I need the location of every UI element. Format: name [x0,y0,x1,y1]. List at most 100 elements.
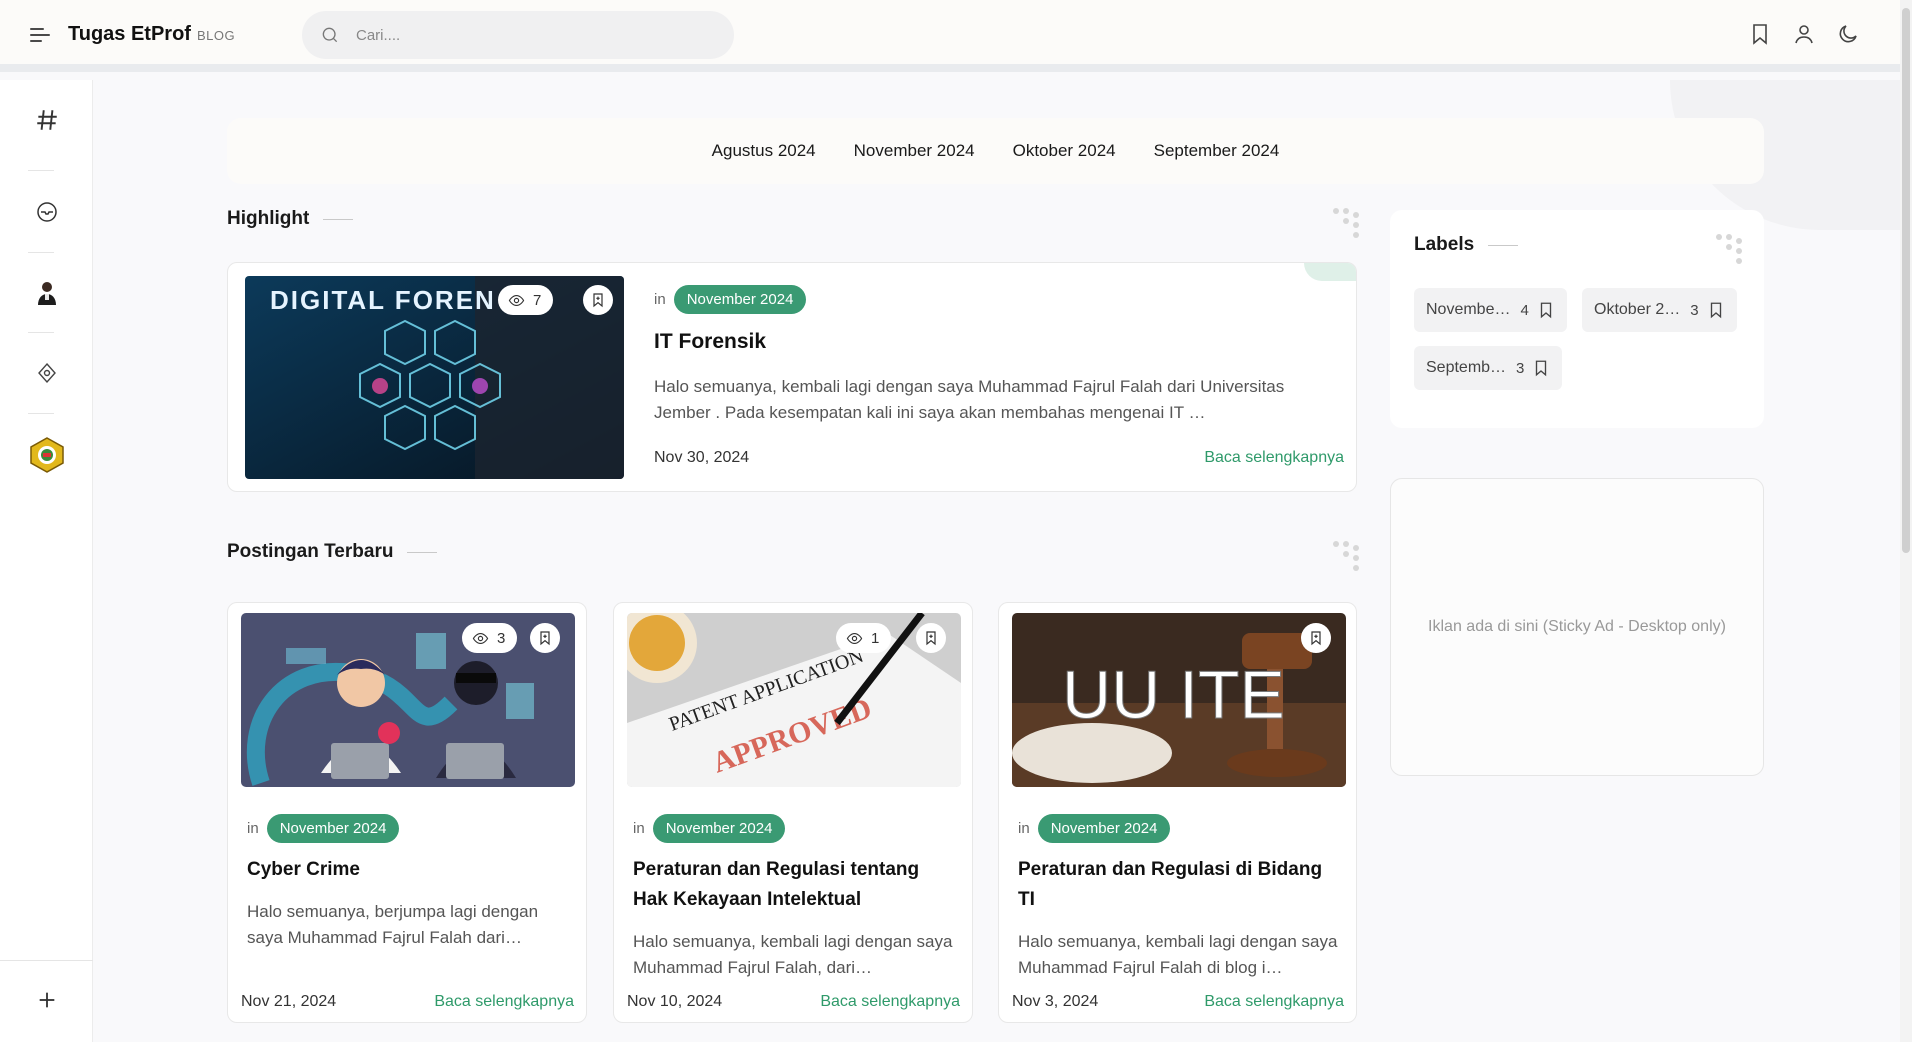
label-name: Oktober 2… [1594,301,1681,318]
post-title[interactable]: IT Forensik [654,327,766,357]
bookmark-button[interactable] [1301,623,1331,653]
recent-heading: Postingan Terbaru [227,541,394,562]
in-label: in [1018,820,1030,837]
label-chip[interactable]: Oktober 2… 3 [1582,288,1737,332]
label-count: 3 [1516,359,1525,377]
post-title[interactable]: Cyber Crime [247,855,572,885]
labels-heading: Labels [1414,234,1475,255]
eye-icon [846,632,863,644]
post-date: Nov 21, 2024 [241,993,337,1010]
network-icon [37,362,56,384]
sidebar-item-profile[interactable] [0,253,93,333]
menu-icon[interactable] [30,25,52,45]
post-card[interactable]: PATENT APPLICATION APPROVED 1 in November… [613,602,973,1023]
label-count: 4 [1520,301,1529,319]
bookmark-button[interactable] [583,285,613,315]
post-date: Nov 30, 2024 [654,449,750,466]
search-placeholder: Cari.... [356,26,401,44]
grid-dots-icon [1333,541,1359,571]
label-badge[interactable]: November 2024 [652,814,786,843]
bookmark-icon [1540,302,1552,319]
in-label: in [247,820,259,837]
in-label: in [654,291,666,308]
label-badge[interactable]: November 2024 [1037,814,1171,843]
scrollbar-thumb[interactable] [1902,8,1910,553]
grid-dots-icon [1716,234,1742,264]
university-logo-icon [29,437,64,473]
bookmark-button[interactable] [530,623,560,653]
inbox-icon [36,202,57,222]
post-date: Nov 3, 2024 [1012,993,1099,1010]
left-sidebar [0,80,93,1042]
bookmark-button[interactable] [916,623,946,653]
post-thumbnail[interactable]: DIGITAL FOREN [245,276,624,479]
post-excerpt: Halo semuanya, kembali lagi dengan saya … [654,377,1285,422]
month-link[interactable]: November 2024 [854,141,975,161]
label-badge[interactable]: November 2024 [266,814,400,843]
label-count: 3 [1690,301,1699,319]
read-more-link[interactable]: Baca selengkapnya [434,993,574,1011]
label-chip[interactable]: Septemb… 3 [1414,346,1563,390]
views-badge: 3 [462,623,518,653]
recent-section-title: Postingan Terbaru [227,541,438,563]
post-title[interactable]: Peraturan dan Regulasi di Bidang TI [1018,855,1343,915]
read-more-link[interactable]: Baca selengkapnya [1204,993,1344,1011]
post-thumbnail[interactable]: UU ITE [1012,613,1346,787]
month-link[interactable]: Oktober 2024 [1013,141,1116,161]
post-date: Nov 10, 2024 [627,993,723,1010]
views-badge: 7 [498,285,554,315]
sidebar-item-inbox[interactable] [0,172,93,252]
eye-icon [508,294,525,306]
plus-icon [39,992,54,1008]
sidebar-item-hashtag[interactable] [0,80,93,160]
page-scrollbar[interactable] [1900,0,1912,1042]
read-more-link[interactable]: Baca selengkapnya [820,993,960,1011]
post-excerpt: Halo semuanya, kembali lagi dengan saya … [1018,932,1338,977]
eye-icon [472,632,489,644]
post-card[interactable]: 3 in November 2024 Cyber Crime Halo semua… [227,602,587,1023]
site-title[interactable]: Tugas EtProf [68,23,191,45]
thumbnail-caption: UU ITE [1062,657,1285,733]
views-count: 7 [533,291,542,309]
site-subtitle: BLOG [196,28,236,43]
bookmark-add-icon [540,631,550,646]
post-card[interactable]: UU ITE in November 2024 Peraturan dan Reg… [998,602,1357,1023]
month-navigation: Agustus 2024 November 2024 Oktober 2024 … [227,118,1764,184]
bookmark-icon [1710,302,1721,319]
in-label: in [633,820,645,837]
views-count: 3 [497,629,506,647]
bookmark-icon [1536,360,1547,377]
ad-text: Iklan ada di sini (Sticky Ad - Desktop o… [1428,618,1726,635]
highlight-post-card[interactable]: DIGITAL FOREN 7 in November 2024 IT Foren… [227,262,1357,492]
label-name: Septemb… [1426,359,1507,376]
label-chip[interactable]: Novembe… 4 [1414,288,1567,332]
label-badge[interactable]: November 2024 [673,285,807,314]
search-input[interactable]: Cari.... [302,11,734,59]
post-excerpt: Halo semuanya, berjumpa lagi dengan saya… [247,902,539,947]
read-more-link[interactable]: Baca selengkapnya [1204,449,1344,467]
month-link[interactable]: September 2024 [1154,141,1280,161]
post-title[interactable]: Peraturan dan Regulasi tentang Hak Kekay… [633,855,958,915]
bookmark-add-icon [1311,631,1321,646]
sidebar-item-university[interactable] [0,415,93,495]
post-thumbnail[interactable] [241,613,575,787]
moon-icon[interactable] [1836,22,1860,46]
sidebar-item-network[interactable] [0,333,93,413]
top-header: Tugas EtProf BLOG Cari.... [0,0,1900,72]
post-excerpt: Halo semuanya, kembali lagi dengan saya … [633,932,953,977]
label-name: Novembe… [1426,301,1511,318]
labels-widget: Labels Novembe… 4 Oktober 2… 3 Septemb… … [1390,210,1764,428]
highlight-section-title: Highlight [227,208,354,230]
bookmark-icon[interactable] [1748,22,1772,46]
month-link[interactable]: Agustus 2024 [712,141,816,161]
thumbnail-caption: DIGITAL FOREN [270,285,496,315]
bookmark-add-icon [593,293,603,308]
search-icon [322,27,338,43]
labels-title: Labels [1414,234,1519,256]
hashtag-icon [36,110,57,130]
post-thumbnail[interactable]: PATENT APPLICATION APPROVED [627,613,961,787]
site-brand[interactable]: Tugas EtProf BLOG [68,23,235,46]
sidebar-add-button[interactable] [0,960,93,1040]
bookmark-add-icon [926,631,936,646]
user-icon[interactable] [1792,22,1816,46]
